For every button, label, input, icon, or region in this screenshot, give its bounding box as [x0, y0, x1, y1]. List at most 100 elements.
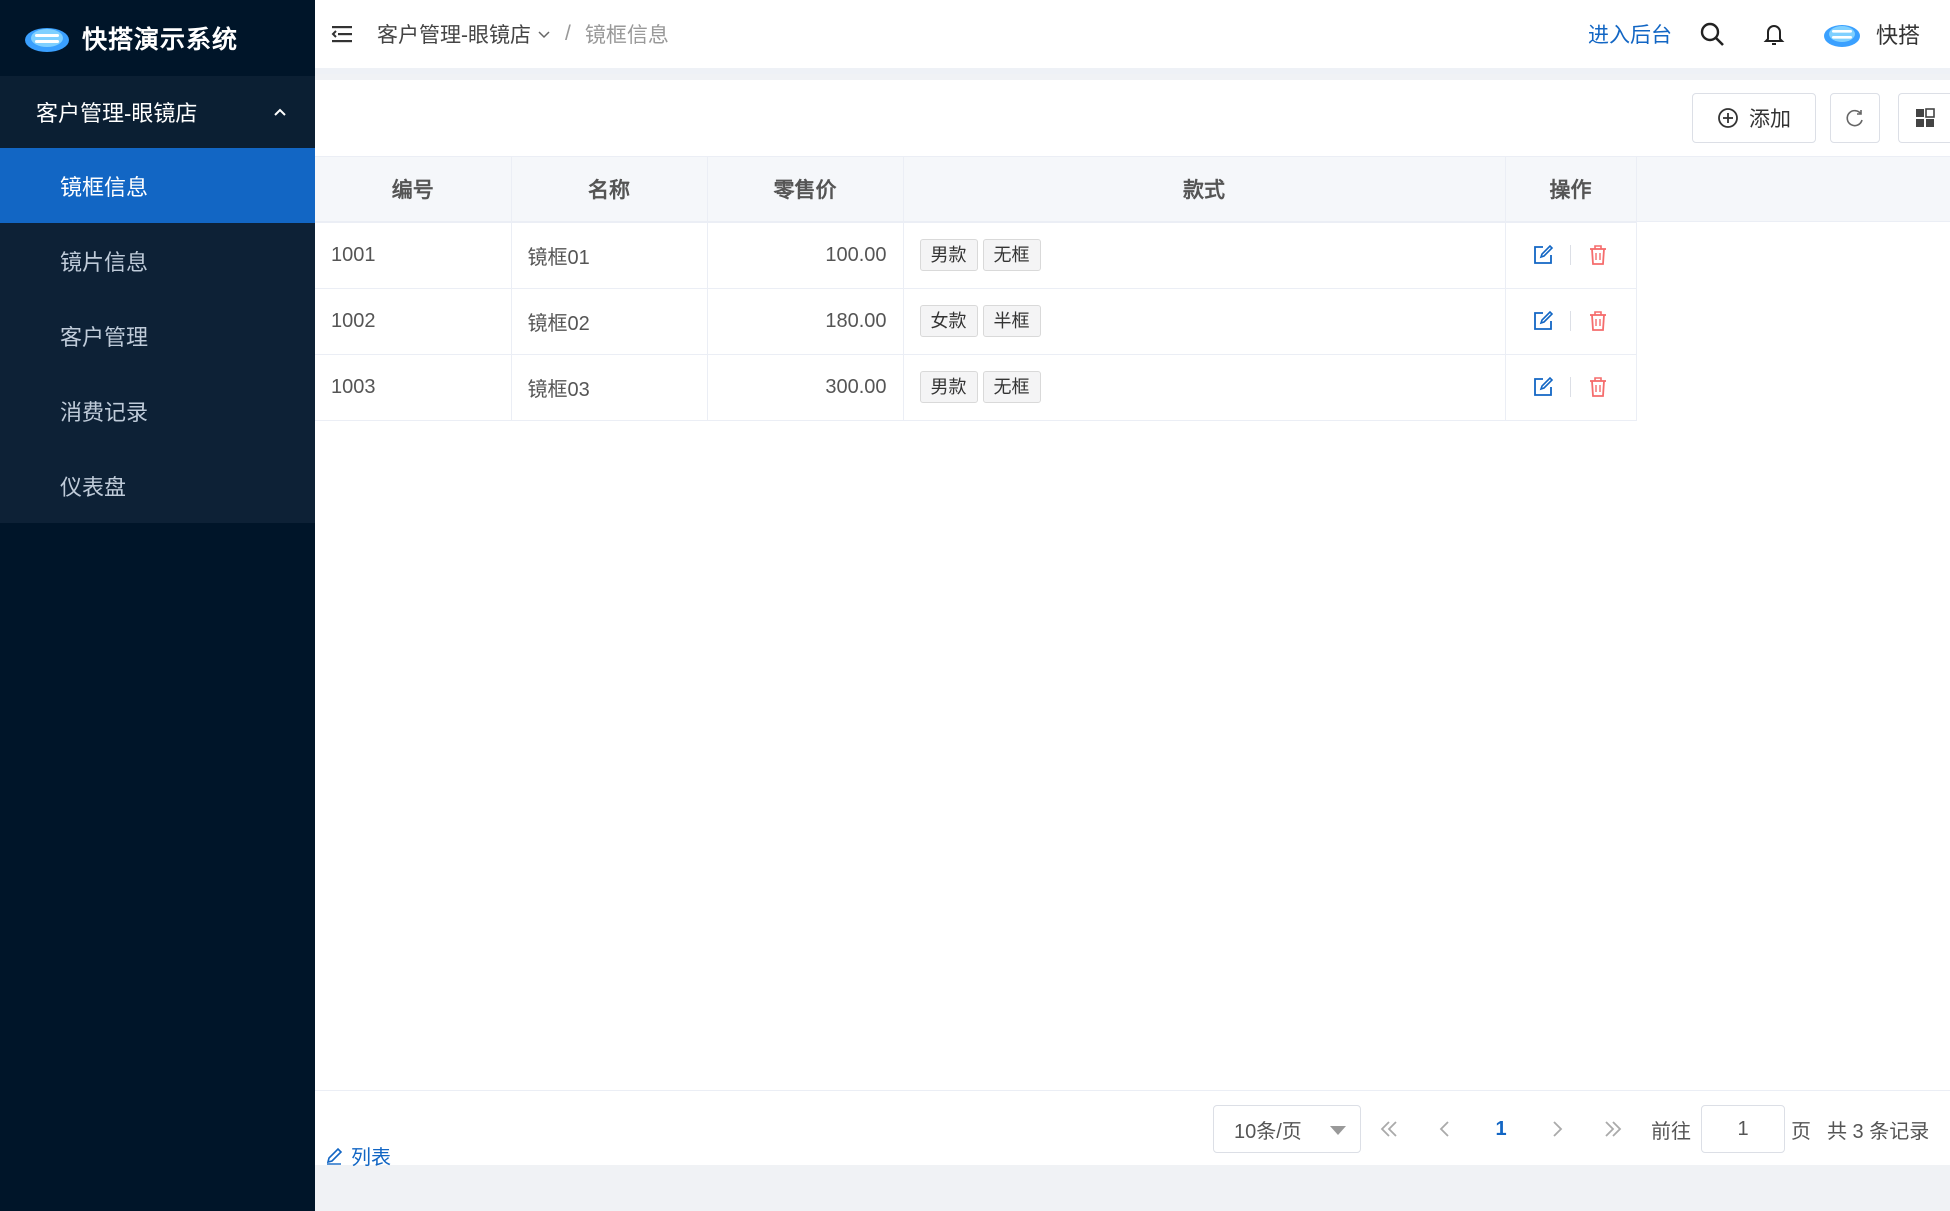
trash-icon[interactable]	[1587, 376, 1609, 398]
cell-name: 镜框03	[511, 354, 708, 421]
style-tag: 男款	[919, 239, 978, 271]
edit-icon[interactable]	[1532, 244, 1554, 266]
enter-admin-link[interactable]: 进入后台	[1588, 19, 1672, 49]
cell-actions	[1505, 354, 1637, 421]
chevron-down-icon[interactable]	[537, 27, 551, 41]
list-view-label: 列表	[351, 1147, 391, 1169]
main-content: 添加 编号 名称 零售价 款式 操作 1001 镜框01 100.00 男款 无…	[315, 80, 1950, 1169]
sidebar-item-frames[interactable]: 镜框信息	[0, 148, 315, 223]
sidebar-item-customers[interactable]: 客户管理	[0, 298, 315, 373]
sidebar-item-consumption[interactable]: 消费记录	[0, 373, 315, 448]
sidebar-item-label: 仪表盘	[60, 474, 127, 500]
sidebar-submenu: 镜框信息 镜片信息 客户管理 消费记录 仪表盘	[0, 148, 315, 523]
sidebar-item-label: 镜片信息	[60, 249, 149, 275]
column-header-price[interactable]: 零售价	[707, 156, 904, 223]
cell-style: 男款 无框	[903, 222, 1506, 289]
column-header-actions: 操作	[1505, 156, 1637, 223]
column-header-id[interactable]: 编号	[315, 156, 512, 223]
cell-price: 180.00	[707, 288, 904, 355]
sidebar-group-eyewear[interactable]: 客户管理-眼镜店	[0, 76, 315, 148]
edit-icon[interactable]	[1532, 310, 1554, 332]
goto-page-input[interactable]: 1	[1701, 1105, 1785, 1153]
chevron-up-icon	[274, 108, 286, 116]
bell-icon[interactable]	[1760, 20, 1788, 48]
double-chevron-right-icon	[1605, 1121, 1622, 1137]
plus-circle-icon	[1718, 108, 1738, 128]
prev-page-button[interactable]	[1417, 1105, 1473, 1153]
pencil-icon	[326, 1147, 343, 1165]
next-page-button[interactable]	[1529, 1105, 1585, 1153]
chevron-left-icon	[1439, 1121, 1449, 1137]
table-footer: 列表 10条/页 1 前往 1 页 共 3 条记录	[315, 1090, 1950, 1169]
page-size-select[interactable]: 10条/页	[1213, 1105, 1361, 1153]
trash-icon[interactable]	[1587, 244, 1609, 266]
chevron-right-icon	[1553, 1121, 1563, 1137]
column-header-style[interactable]: 款式	[903, 156, 1506, 223]
style-tag: 无框	[982, 371, 1041, 403]
action-divider	[1570, 311, 1571, 332]
action-divider	[1570, 245, 1571, 266]
table-row: 1001 镜框01 100.00 男款 无框	[315, 222, 1637, 289]
action-divider	[1570, 377, 1571, 398]
style-tag: 无框	[982, 239, 1041, 271]
style-tag: 男款	[919, 371, 978, 403]
username[interactable]: 快搭	[1876, 18, 1920, 50]
grid-icon	[1915, 108, 1935, 127]
breadcrumb: 客户管理-眼镜店 / 镜框信息	[377, 19, 669, 49]
page-unit-label: 页	[1791, 1120, 1811, 1143]
sidebar-item-lenses[interactable]: 镜片信息	[0, 223, 315, 298]
app-title: 快搭演示系统	[82, 26, 239, 54]
cell-id: 1001	[315, 222, 512, 289]
double-chevron-left-icon	[1380, 1121, 1397, 1137]
goto-label: 前往	[1651, 1120, 1691, 1143]
last-page-button[interactable]	[1585, 1105, 1641, 1153]
style-tag: 半框	[982, 305, 1041, 337]
cell-style: 男款 无框	[903, 354, 1506, 421]
collapse-menu-icon[interactable]	[329, 21, 355, 47]
breadcrumb-item-current: 镜框信息	[584, 24, 669, 47]
table-header-row: 编号 名称 零售价 款式 操作	[315, 156, 1637, 223]
page-size-value: 10条/页	[1234, 1120, 1302, 1143]
cloud-logo-icon	[25, 28, 69, 52]
dropdown-triangle-icon	[1330, 1126, 1346, 1135]
edit-icon[interactable]	[1532, 376, 1554, 398]
cell-name: 镜框02	[511, 288, 708, 355]
cell-id: 1003	[315, 354, 512, 421]
sidebar: 快搭演示系统 客户管理-眼镜店 镜框信息 镜片信息 客户管理 消费记录 仪表盘	[0, 0, 315, 1211]
logo: 快搭演示系统	[0, 0, 315, 76]
breadcrumb-separator: /	[565, 22, 571, 45]
cell-id: 1002	[315, 288, 512, 355]
table-row: 1003 镜框03 300.00 男款 无框	[315, 354, 1637, 421]
search-icon[interactable]	[1698, 20, 1726, 48]
top-header: 客户管理-眼镜店 / 镜框信息 进入后台 快搭	[315, 0, 1950, 74]
cell-price: 300.00	[707, 354, 904, 421]
cell-price: 100.00	[707, 222, 904, 289]
trash-icon[interactable]	[1587, 310, 1609, 332]
sidebar-item-dashboard[interactable]: 仪表盘	[0, 448, 315, 523]
cell-style: 女款 半框	[903, 288, 1506, 355]
column-settings-button[interactable]	[1898, 93, 1950, 143]
breadcrumb-item-group[interactable]: 客户管理-眼镜店	[377, 19, 531, 49]
sidebar-item-label: 客户管理	[60, 324, 149, 350]
data-table: 编号 名称 零售价 款式 操作 1001 镜框01 100.00 男款 无框 1…	[315, 156, 1950, 421]
refresh-icon	[1846, 109, 1863, 127]
add-button[interactable]: 添加	[1692, 93, 1816, 143]
sidebar-item-label: 镜框信息	[60, 174, 149, 200]
style-tag: 女款	[919, 305, 978, 337]
column-header-name[interactable]: 名称	[511, 156, 708, 223]
cell-actions	[1505, 222, 1637, 289]
list-view-link[interactable]: 列表	[325, 1141, 391, 1170]
table-toolbar: 添加	[315, 80, 1950, 156]
total-records: 共 3 条记录	[1827, 1120, 1930, 1143]
cell-name: 镜框01	[511, 222, 708, 289]
sidebar-item-label: 消费记录	[60, 399, 149, 425]
first-page-button[interactable]	[1361, 1105, 1417, 1153]
sidebar-group-label: 客户管理-眼镜店	[36, 101, 198, 126]
cell-actions	[1505, 288, 1637, 355]
add-button-label: 添加	[1749, 108, 1791, 131]
refresh-button[interactable]	[1830, 93, 1880, 143]
user-avatar[interactable]	[1822, 18, 1862, 50]
table-row: 1002 镜框02 180.00 女款 半框	[315, 288, 1637, 355]
pagination: 10条/页 1 前往 1 页 共 3 条记录	[1213, 1105, 1929, 1153]
page-number-current[interactable]: 1	[1473, 1105, 1529, 1153]
